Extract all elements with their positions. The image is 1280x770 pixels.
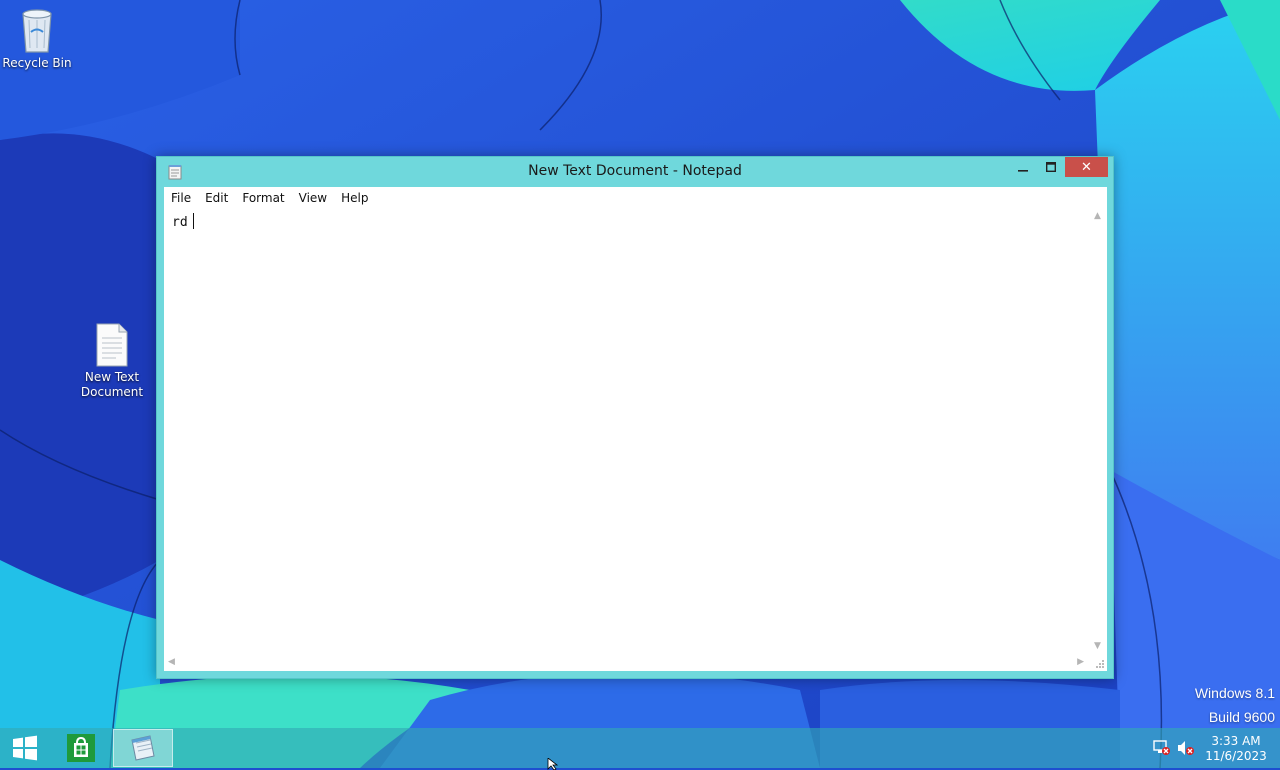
maximize-button[interactable] [1037,157,1065,177]
menu-format[interactable]: Format [235,191,291,205]
volume-muted-icon[interactable] [1177,740,1195,756]
title-bar[interactable]: New Text Document - Notepad ✕ [157,157,1113,187]
resize-grip-icon[interactable] [1095,659,1105,669]
notepad-window[interactable]: New Text Document - Notepad ✕ File Edit … [156,156,1114,679]
minimize-icon [1018,170,1028,172]
scroll-right-icon[interactable]: ▶ [1077,657,1084,667]
store-taskbar-button[interactable] [58,728,104,768]
text-content: rd [172,215,188,230]
clock-time: 3:33 AM [1211,734,1261,748]
close-icon: ✕ [1081,159,1092,175]
menu-file[interactable]: File [164,191,198,205]
notepad-icon [131,735,155,761]
close-button[interactable]: ✕ [1065,157,1108,177]
start-button[interactable] [0,728,50,768]
menu-bar: File Edit Format View Help [164,187,1107,209]
vertical-scrollbar[interactable]: ▲ ▼ [1090,208,1107,654]
taskbar: 3:33 AM 11/6/2023 [0,728,1280,768]
new-text-document-label: New Text Document [80,370,144,399]
windows-version-watermark: Windows 8.1 [1194,685,1275,701]
text-editor[interactable]: rd ▲ ▼ ◀ ▶ [164,208,1107,671]
menu-help[interactable]: Help [334,191,375,205]
scroll-up-icon[interactable]: ▲ [1094,211,1101,221]
minimize-button[interactable] [1009,157,1037,177]
notepad-taskbar-button[interactable] [113,729,173,767]
clock-date: 11/6/2023 [1205,749,1267,763]
windows-start-icon [13,735,37,761]
text-file-icon [96,323,128,367]
recycle-bin-icon[interactable]: Recycle Bin [0,6,77,71]
mouse-pointer-icon [547,758,559,770]
menu-view[interactable]: View [292,191,334,205]
new-text-document-icon[interactable]: New Text Document [72,322,152,400]
recycle-bin-label: Recycle Bin [2,56,72,70]
store-icon [67,734,95,762]
trash-icon [22,9,52,53]
scroll-down-icon[interactable]: ▼ [1094,641,1101,651]
window-title: New Text Document - Notepad [528,163,742,179]
scroll-left-icon[interactable]: ◀ [168,657,175,667]
menu-edit[interactable]: Edit [198,191,235,205]
horizontal-scrollbar[interactable]: ◀ ▶ [164,654,1090,671]
system-clock[interactable]: 3:33 AM 11/6/2023 [1200,734,1272,764]
text-caret [192,213,194,229]
windows-build-watermark: Build 9600 [1208,709,1275,725]
network-error-icon[interactable] [1153,740,1171,756]
maximize-icon [1046,162,1056,172]
text-content-line[interactable]: rd [172,213,194,230]
